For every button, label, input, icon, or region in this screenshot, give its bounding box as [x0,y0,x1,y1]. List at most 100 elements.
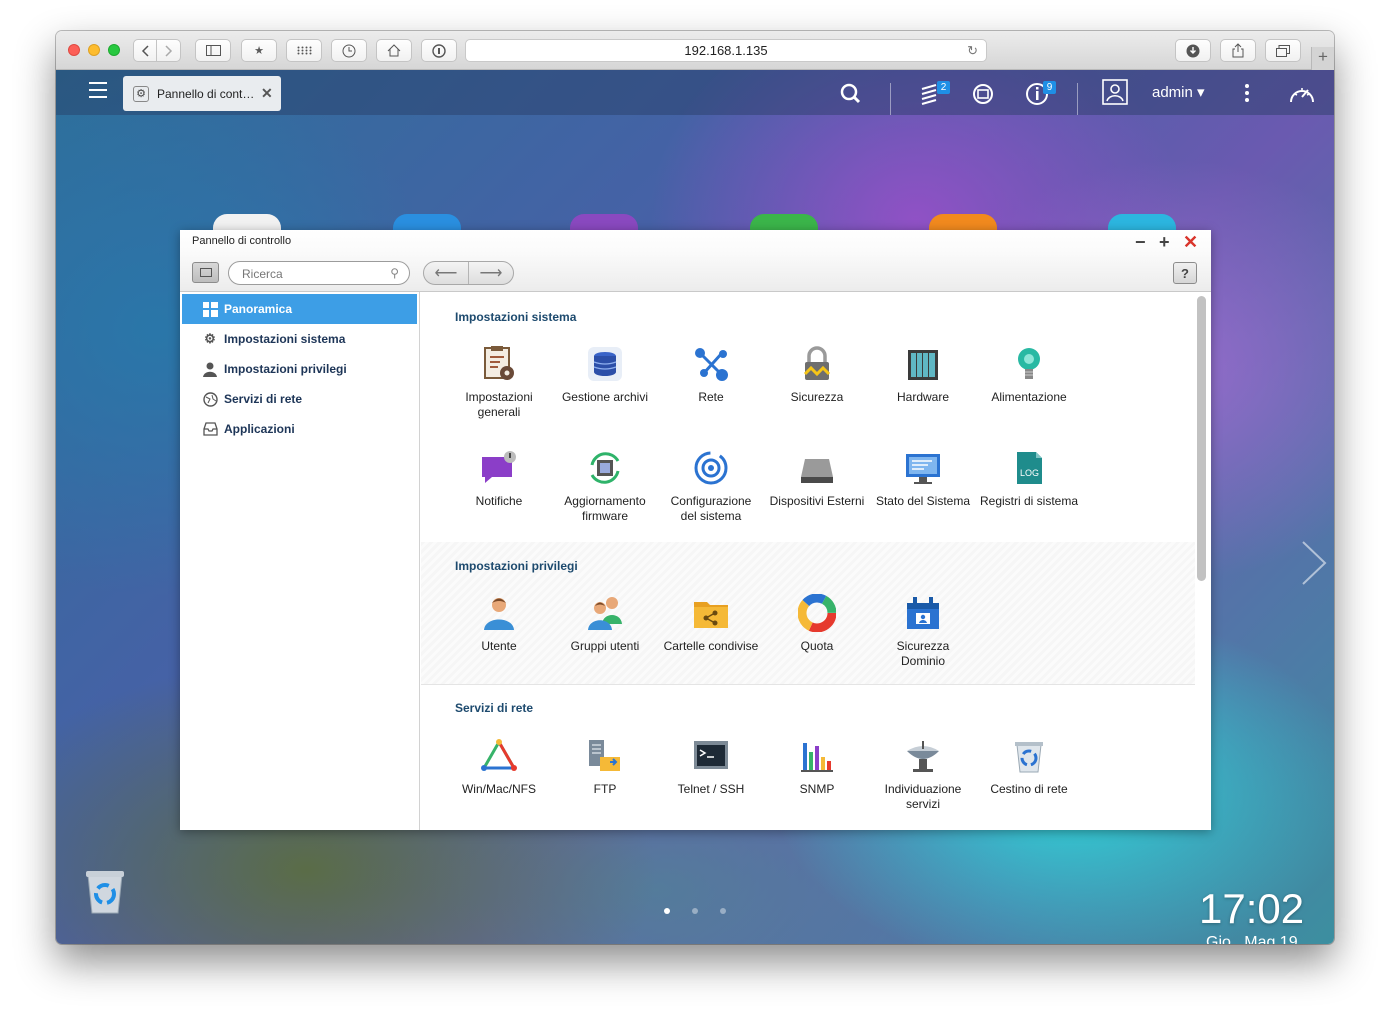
snmp-item[interactable]: SNMP [767,736,867,797]
system-logs-item[interactable]: LOG Registri di sistema [979,448,1079,509]
home-button[interactable] [376,39,412,62]
telnet-ssh-item[interactable]: Telnet / SSH [661,736,761,797]
gear-icon: ⚙ [204,331,216,346]
section-privilege-settings: Impostazioni privilegi Utente Gruppi ute… [421,542,1195,684]
minimize-icon[interactable]: − [1135,232,1146,252]
sidebar-item-privilege-settings[interactable]: Impostazioni privilegi [180,354,419,384]
help-button[interactable]: ? [1173,262,1197,284]
more-options-icon[interactable] [1234,81,1260,107]
page-dot-active[interactable] [664,908,670,914]
window-titlebar[interactable]: Pannello di controllo − + ✕ [180,230,1211,254]
win-mac-nfs-item[interactable]: Win/Mac/NFS [449,736,549,797]
external-devices-item[interactable]: Dispositivi Esterni [767,448,867,509]
search-icon[interactable] [838,81,864,107]
section-title: Impostazioni sistema [455,310,577,324]
recycle-bin-icon[interactable] [83,869,127,915]
network-recycle-bin-item[interactable]: Cestino di rete [979,736,1079,797]
top-sites-button[interactable] [286,39,322,62]
sidebar-icon [205,45,221,56]
service-discovery-item[interactable]: Individuazione servizi [873,736,973,812]
new-tab-button[interactable]: + [1311,47,1334,70]
sidebar-toggle-icon[interactable] [192,262,219,283]
back-button[interactable] [133,39,157,62]
external-drive-icon [797,448,837,488]
browser-window: ★ 192.168.1.135 ↻ + ⚙ Pannello di contro… [56,31,1334,944]
monitor-icon [903,448,943,488]
reload-icon[interactable]: ↻ [967,43,978,59]
close-window-button[interactable] [68,44,80,56]
sidebar: Panoramica ⚙ Impostazioni sistema Impost… [180,292,420,830]
next-page-arrow-icon[interactable] [1299,540,1329,586]
forward-button[interactable] [157,39,181,62]
network-icon [691,344,731,384]
tabs-icon [1276,44,1290,57]
system-status-item[interactable]: Stato del Sistema [873,448,973,509]
section-title: Servizi di rete [455,701,534,715]
settings-clipboard-icon [479,344,519,384]
general-settings-item[interactable]: Impostazioni generali [449,344,549,420]
desktop-date: Gio., Mag 19 [1206,934,1298,944]
chevron-left-icon [141,44,149,57]
triangle-network-icon [479,736,519,776]
sidebar-item-network-services[interactable]: Servizi di rete [180,384,419,414]
page-dot[interactable] [720,908,726,914]
password-button[interactable] [421,39,457,62]
close-icon[interactable]: ✕ [1183,232,1198,252]
page-dot[interactable] [692,908,698,914]
shared-folders-item[interactable]: Cartelle condivise [661,593,761,654]
user-icon [202,361,218,377]
terminal-icon [691,736,731,776]
tab-label: Pannello di controllo [157,86,255,101]
notification-badge: 9 [1043,81,1056,94]
bookmarks-button[interactable]: ★ [241,39,277,62]
home-icon [387,44,401,57]
user-groups-item[interactable]: Gruppi utenti [555,593,655,654]
main-menu-icon[interactable] [89,82,107,98]
sidebar-item-label: Impostazioni privilegi [224,362,347,376]
tabs-overview-button[interactable] [1265,39,1301,62]
lightbulb-icon [1009,344,1049,384]
forward-arrow-icon[interactable]: ⟶ [469,262,513,284]
sidebar-toggle-button[interactable] [195,39,231,62]
maximize-icon[interactable]: + [1159,232,1170,252]
sidebar-item-overview[interactable]: Panoramica [182,294,417,324]
content-scrollbar[interactable] [1197,296,1206,581]
hardware-item[interactable]: Hardware [873,344,973,405]
notifications-item[interactable]: Notifiche [449,448,549,509]
sync-icon[interactable] [970,81,996,107]
ftp-item[interactable]: FTP [555,736,655,797]
close-tab-icon[interactable]: ✕ [261,85,273,102]
sidebar-item-applications[interactable]: Applicazioni [180,414,419,444]
desktop-clock: 17:02 [1199,885,1305,932]
sidebar-item-label: Servizi di rete [224,392,303,406]
search-input[interactable]: Ricerca ⚲ [228,261,410,285]
firmware-update-item[interactable]: Aggiornamento firmware [555,448,655,524]
system-configuration-item[interactable]: Configurazione del sistema [661,448,761,524]
downloads-button[interactable] [1175,39,1211,62]
network-item[interactable]: Rete [661,344,761,405]
power-item[interactable]: Alimentazione [979,344,1079,405]
user-item[interactable]: Utente [449,593,549,654]
window-toolbar: Ricerca ⚲ ⟵ ⟶ ? [180,254,1211,292]
address-bar[interactable]: 192.168.1.135 ↻ [465,39,987,62]
history-button[interactable] [331,39,367,62]
zoom-window-button[interactable] [108,44,120,56]
security-item[interactable]: Sicurezza [767,344,867,405]
tab-control-panel[interactable]: ⚙ Pannello di controllo ✕ [123,76,281,111]
storage-manager-item[interactable]: Gestione archivi [555,344,655,405]
domain-security-item[interactable]: Sicurezza Dominio [873,593,973,669]
back-arrow-icon[interactable]: ⟵ [424,262,469,284]
log-file-icon: LOG [1009,448,1049,488]
sidebar-item-label: Applicazioni [224,422,295,436]
user-avatar-icon[interactable] [1102,79,1128,105]
sidebar-item-system-settings[interactable]: ⚙ Impostazioni sistema [180,324,419,354]
qts-topbar: ⚙ Pannello di controllo ✕ 2 9 admin ▾ [56,70,1334,115]
quota-item[interactable]: Quota [767,593,867,654]
dashboard-gauge-icon[interactable] [1288,82,1314,108]
navigation-buttons: ⟵ ⟶ [423,261,514,285]
user-menu[interactable]: admin ▾ [1152,83,1205,101]
topbar-divider [890,83,891,115]
share-button[interactable] [1220,39,1256,62]
minimize-window-button[interactable] [88,44,100,56]
control-panel-window: Pannello di controllo − + ✕ Ricerca ⚲ ⟵ … [180,230,1211,830]
